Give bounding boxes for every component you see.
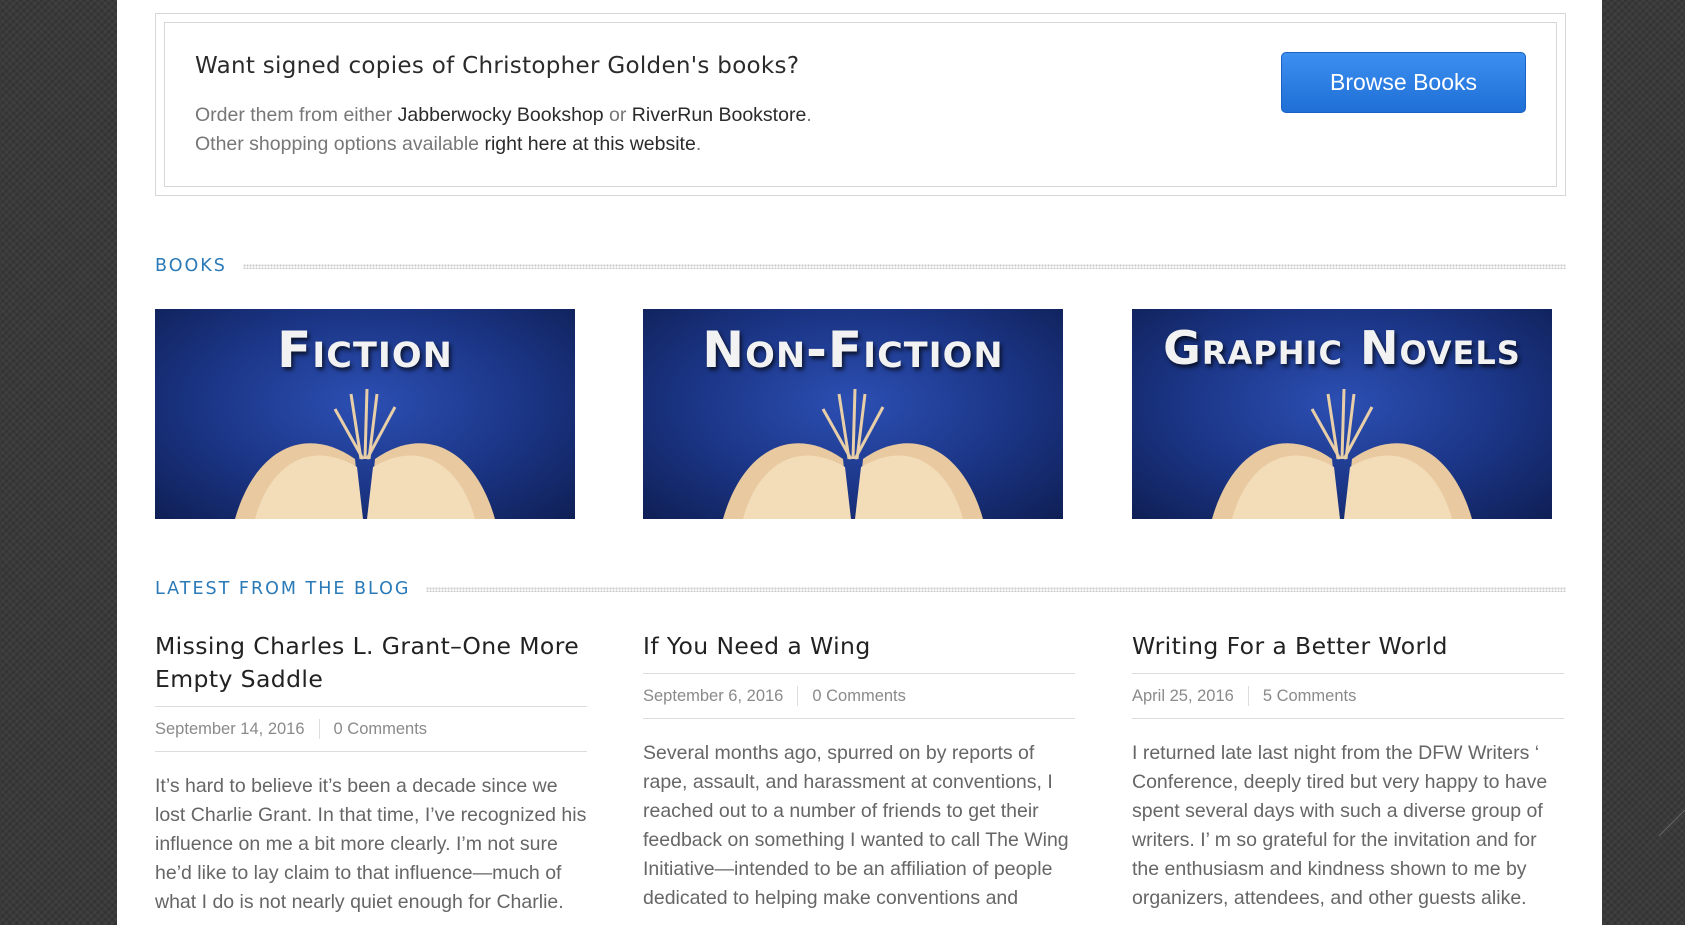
- post-date: September 14, 2016: [155, 719, 305, 738]
- callout-line-2: Other shopping options available right h…: [195, 130, 812, 159]
- graphic-novels-tile-label: Graphic Novels: [1163, 321, 1521, 375]
- callout-line1-or: or: [603, 104, 632, 126]
- meta-separator: [318, 719, 320, 739]
- signed-copies-callout: Want signed copies of Christopher Golden…: [155, 13, 1566, 196]
- post-excerpt: Several months ago, spurred on by report…: [643, 742, 1069, 909]
- callout-line2-suffix: .: [695, 133, 702, 155]
- post-comments-link[interactable]: 0 Comments: [812, 687, 906, 706]
- books-heading-divider: [242, 263, 1566, 269]
- post-title-link[interactable]: Missing Charles L. Grant–One More Empty …: [155, 630, 587, 707]
- callout-text: Order them from either Jabberwocky Books…: [195, 101, 812, 159]
- graphic-novels-tile[interactable]: Graphic Novels: [1132, 309, 1552, 519]
- post-meta: September 6, 2016 0 Comments: [643, 674, 1075, 719]
- books-section-heading: BOOKS: [155, 256, 1566, 276]
- blog-section-heading: LATEST FROM THE BLOG: [155, 579, 1566, 599]
- meta-separator: [1247, 686, 1249, 706]
- callout-line2-prefix: Other shopping options available: [195, 133, 485, 155]
- blog-heading-divider: [426, 586, 1566, 592]
- books-heading-label: BOOKS: [155, 256, 227, 276]
- callout-title: Want signed copies of Christopher Golden…: [195, 53, 800, 79]
- non-fiction-tile[interactable]: Non-Fiction: [643, 309, 1063, 519]
- blog-post: Missing Charles L. Grant–One More Empty …: [155, 630, 587, 917]
- post-date: April 25, 2016: [1132, 686, 1234, 705]
- blog-heading-label: LATEST FROM THE BLOG: [155, 579, 411, 599]
- post-title-link[interactable]: Writing For a Better World: [1132, 630, 1564, 674]
- callout-line1-suffix: .: [806, 104, 812, 126]
- post-date: September 6, 2016: [643, 686, 784, 705]
- callout-inner-box: Want signed copies of Christopher Golden…: [164, 22, 1557, 187]
- website-shop-link[interactable]: right here at this website: [484, 133, 695, 155]
- post-comments-link[interactable]: 5 Comments: [1263, 687, 1357, 706]
- non-fiction-tile-label: Non-Fiction: [702, 321, 1004, 379]
- callout-line1-prefix: Order them from either: [195, 104, 398, 126]
- meta-separator: [797, 686, 799, 706]
- blog-post: If You Need a Wing September 6, 2016 0 C…: [643, 630, 1075, 913]
- post-excerpt: I returned late last night from the DFW …: [1132, 742, 1548, 909]
- post-meta: April 25, 2016 5 Comments: [1132, 674, 1564, 719]
- post-title-link[interactable]: If You Need a Wing: [643, 630, 1075, 674]
- post-excerpt: It’s hard to believe it’s been a decade …: [155, 775, 587, 913]
- jabberwocky-link[interactable]: Jabberwocky Bookshop: [398, 104, 604, 126]
- riverrun-link[interactable]: RiverRun Bookstore: [632, 104, 807, 126]
- post-comments-link[interactable]: 0 Comments: [334, 720, 428, 739]
- fiction-tile[interactable]: Fiction: [155, 309, 575, 519]
- blog-post: Writing For a Better World April 25, 201…: [1132, 630, 1564, 913]
- callout-line-1: Order them from either Jabberwocky Books…: [195, 101, 812, 130]
- browse-books-button[interactable]: Browse Books: [1281, 52, 1526, 113]
- corner-decoration: [1658, 810, 1685, 837]
- page-content: Want signed copies of Christopher Golden…: [117, 0, 1602, 925]
- post-meta: September 14, 2016 0 Comments: [155, 707, 587, 752]
- fiction-tile-label: Fiction: [277, 321, 453, 379]
